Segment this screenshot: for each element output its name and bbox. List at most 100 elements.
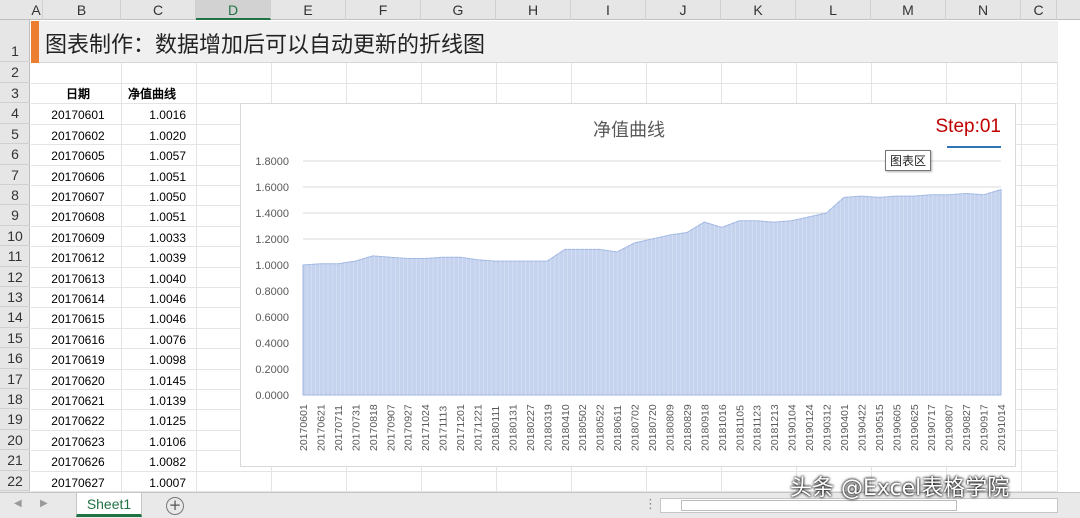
cell-date[interactable]: 20170608	[42, 207, 114, 227]
cell-nav-value[interactable]: 1.0125	[118, 411, 186, 431]
x-tick-label: 20170907	[385, 404, 397, 451]
row-header-17[interactable]: 17	[0, 369, 30, 389]
cell-date[interactable]: 20170601	[42, 105, 114, 125]
row-header-12[interactable]: 12	[0, 267, 30, 287]
column-header-h[interactable]: H	[496, 0, 571, 20]
column-header-m[interactable]: M	[871, 0, 946, 20]
cell-nav-value[interactable]: 1.0046	[118, 309, 186, 329]
x-tick-label: 20180111	[490, 406, 502, 451]
cell-date[interactable]: 20170609	[42, 228, 114, 248]
cell-date[interactable]: 20170614	[42, 289, 114, 309]
column-header-k[interactable]: K	[721, 0, 796, 20]
cell-date[interactable]: 20170627	[42, 473, 114, 493]
column-header-bar: ABCDEFGHIJKLMNC	[0, 0, 1080, 20]
column-header-b[interactable]: B	[43, 0, 121, 20]
header-nav[interactable]: 净值曲线	[118, 84, 186, 104]
row-header-13[interactable]: 13	[0, 287, 30, 308]
column-header-c[interactable]: C	[1021, 0, 1057, 20]
sheet-tab-sheet1[interactable]: Sheet1	[76, 493, 142, 517]
row-header-18[interactable]: 18	[0, 389, 30, 410]
cell-date[interactable]: 20170602	[42, 126, 114, 146]
column-header-d[interactable]: D	[196, 0, 271, 20]
tab-splitter-icon[interactable]: ⋮	[644, 497, 657, 512]
cell-nav-value[interactable]: 1.0007	[118, 473, 186, 493]
row-header-14[interactable]: 14	[0, 307, 30, 328]
cell-nav-value[interactable]: 1.0106	[118, 432, 186, 452]
header-date[interactable]: 日期	[42, 84, 114, 104]
row-header-5[interactable]: 5	[0, 124, 30, 145]
cell-date[interactable]: 20170615	[42, 309, 114, 329]
cell-date[interactable]: 20170612	[42, 248, 114, 268]
cell-nav-value[interactable]: 1.0098	[118, 350, 186, 370]
cell-nav-value[interactable]: 1.0082	[118, 452, 186, 472]
column-header-g[interactable]: G	[421, 0, 496, 20]
row-header-19[interactable]: 19	[0, 409, 30, 430]
x-tick-label: 20170731	[350, 404, 362, 451]
scroll-left-icon[interactable]: ◀	[14, 498, 22, 509]
column-header-f[interactable]: F	[346, 0, 421, 20]
cell-date[interactable]: 20170620	[42, 371, 114, 391]
x-tick-label: 20190807	[944, 404, 956, 451]
row-header-21[interactable]: 21	[0, 450, 30, 471]
chart-area[interactable]: 0.0000 0.2000 0.4000 0.6000 0.8000 1.0000 1.20…	[240, 103, 1016, 467]
row-header-3[interactable]: 3	[0, 83, 30, 104]
cell-date[interactable]: 20170623	[42, 432, 114, 452]
add-sheet-icon[interactable]: +	[166, 497, 184, 515]
cell-nav-value[interactable]: 1.0139	[118, 391, 186, 411]
row-header-11[interactable]: 11	[0, 246, 30, 267]
cell-date[interactable]: 20170605	[42, 146, 114, 166]
row-header-9[interactable]: 9	[0, 205, 30, 226]
row-header-7[interactable]: 7	[0, 165, 30, 185]
cell-nav-value[interactable]: 1.0039	[118, 248, 186, 268]
cell-nav-value[interactable]: 1.0016	[118, 105, 186, 125]
row-header-1[interactable]: 1	[0, 20, 30, 62]
x-tick-label: 20171221	[473, 404, 485, 451]
row-header-20[interactable]: 20	[0, 430, 30, 451]
column-header-n[interactable]: N	[946, 0, 1021, 20]
grid-vline	[1021, 21, 1022, 492]
row-header-15[interactable]: 15	[0, 328, 30, 349]
cell-nav-value[interactable]: 1.0040	[118, 269, 186, 289]
cell-nav-value[interactable]: 1.0057	[118, 146, 186, 166]
cell-nav-value[interactable]: 1.0051	[118, 207, 186, 227]
title-bar[interactable]: 图表制作：数据增加后可以自动更新的折线图	[31, 21, 1058, 63]
y-tick-label: 0.8000	[255, 286, 289, 298]
cell-nav-value[interactable]: 1.0051	[118, 167, 186, 187]
column-header-j[interactable]: J	[646, 0, 721, 20]
cell-date[interactable]: 20170606	[42, 167, 114, 187]
x-tick-label: 20181213	[769, 404, 781, 451]
cell-date[interactable]: 20170607	[42, 187, 114, 207]
cell-nav-value[interactable]: 1.0046	[118, 289, 186, 309]
row-header-22[interactable]: 22	[0, 471, 30, 491]
x-tick-label: 20191014	[996, 404, 1008, 451]
scroll-right-icon[interactable]: ▶	[40, 498, 48, 509]
cell-date[interactable]: 20170613	[42, 269, 114, 289]
row-header-8[interactable]: 8	[0, 185, 30, 206]
x-tick-label: 20180227	[525, 404, 537, 451]
cell-nav-value[interactable]: 1.0076	[118, 330, 186, 350]
row-header-2[interactable]: 2	[0, 62, 30, 83]
cell-date[interactable]: 20170622	[42, 411, 114, 431]
row-header-4[interactable]: 4	[0, 103, 30, 124]
column-header-a[interactable]: A	[30, 0, 43, 20]
row-header-6[interactable]: 6	[0, 144, 30, 165]
cell-nav-value[interactable]: 1.0145	[118, 371, 186, 391]
column-header-e[interactable]: E	[271, 0, 346, 20]
cell-date[interactable]: 20170616	[42, 330, 114, 350]
cell-date[interactable]: 20170621	[42, 391, 114, 411]
cell-date[interactable]: 20170626	[42, 452, 114, 472]
row-header-10[interactable]: 10	[0, 226, 30, 247]
cell-nav-value[interactable]: 1.0033	[118, 228, 186, 248]
cell-nav-value[interactable]: 1.0050	[118, 187, 186, 207]
x-tick-label: 20190717	[926, 404, 938, 451]
column-header-c[interactable]: C	[121, 0, 196, 20]
x-tick-label: 20190124	[804, 404, 816, 451]
cell-date[interactable]: 20170619	[42, 350, 114, 370]
row-header-16[interactable]: 16	[0, 348, 30, 369]
y-tick-label: 1.0000	[255, 260, 289, 272]
column-header-i[interactable]: I	[571, 0, 646, 20]
x-tick-label: 20190312	[822, 404, 834, 451]
x-tick-label: 20170621	[316, 404, 328, 451]
cell-nav-value[interactable]: 1.0020	[118, 126, 186, 146]
column-header-l[interactable]: L	[796, 0, 871, 20]
